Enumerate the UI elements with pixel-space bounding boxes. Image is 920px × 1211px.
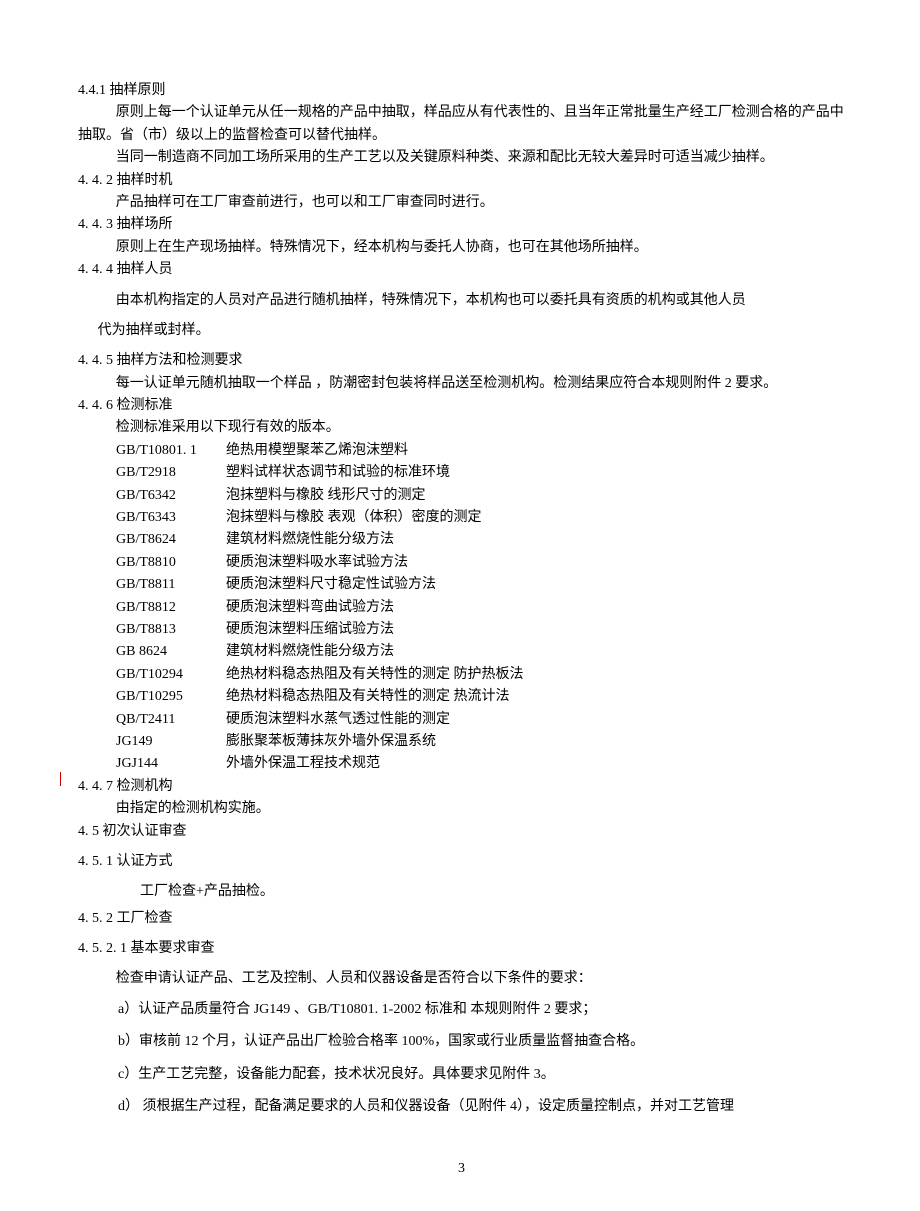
standard-title: 硬质泡沫塑料尺寸稳定性试验方法 (226, 574, 436, 596)
requirement-item: a）认证产品质量符合 JG149 、GB/T10801. 1-2002 标准和 … (78, 999, 845, 1021)
standard-code: JGJ144 (116, 753, 226, 775)
para-4-4-4-1: 由本机构指定的人员对产品进行随机抽样，特殊情况下，本机构也可以委托具有资质的机构… (78, 290, 845, 312)
standard-code: GB/T10295 (116, 686, 226, 708)
heading-4-4-6: 4. 4. 6 检测标准 (78, 395, 845, 417)
para-4-5-1-1: 工厂检查+产品抽检。 (78, 881, 845, 903)
standard-title: 外墙外保温工程技术规范 (226, 753, 380, 775)
standard-code: JG149 (116, 731, 226, 753)
heading-4-4-2: 4. 4. 2 抽样时机 (78, 170, 845, 192)
heading-4-4-5: 4. 4. 5 抽样方法和检测要求 (78, 350, 845, 372)
para-4-4-1-1: 原则上每一个认证单元从任一规格的产品中抽取，样品应从有代表性的、且当年正常批量生… (78, 102, 845, 147)
standard-title: 建筑材料燃烧性能分级方法 (226, 529, 394, 551)
standard-code: QB/T2411 (116, 709, 226, 731)
standard-title: 膨胀聚苯板薄抹灰外墙外保温系统 (226, 731, 436, 753)
standard-title: 建筑材料燃烧性能分级方法 (226, 641, 394, 663)
standard-row: GB 8624建筑材料燃烧性能分级方法 (78, 641, 845, 663)
requirement-item: c）生产工艺完整，设备能力配套，技术状况良好。具体要求见附件 3。 (78, 1064, 845, 1086)
standard-title: 绝热用模塑聚苯乙烯泡沫塑料 (226, 440, 408, 462)
para-4-4-7-1: 由指定的检测机构实施。 (78, 798, 845, 820)
standard-row: JG149膨胀聚苯板薄抹灰外墙外保温系统 (78, 731, 845, 753)
standard-title: 硬质泡沫塑料弯曲试验方法 (226, 597, 394, 619)
standard-row: GB/T8812硬质泡沫塑料弯曲试验方法 (78, 597, 845, 619)
para-4-4-1-2: 当同一制造商不同加工场所采用的生产工艺以及关键原料种类、来源和配比无较大差异时可… (78, 147, 845, 169)
standard-row: GB/T10294绝热材料稳态热阻及有关特性的测定 防护热板法 (78, 664, 845, 686)
standard-row: GB/T10295绝热材料稳态热阻及有关特性的测定 热流计法 (78, 686, 845, 708)
standard-row: GB/T2918塑料试样状态调节和试验的标准环境 (78, 462, 845, 484)
heading-4-4-3: 4. 4. 3 抽样场所 (78, 214, 845, 236)
para-4-5-2-1-intro: 检查申请认证产品、工艺及控制、人员和仪器设备是否符合以下条件的要求： (78, 968, 845, 990)
heading-4-5: 4. 5 初次认证审查 (78, 821, 845, 843)
standard-row: GB/T10801. 1绝热用模塑聚苯乙烯泡沫塑料 (78, 440, 845, 462)
standard-code: GB/T6342 (116, 485, 226, 507)
requirement-item: d） 须根据生产过程，配备满足要求的人员和仪器设备（见附件 4），设定质量控制点… (78, 1096, 845, 1118)
standard-title: 硬质泡沫塑料水蒸气透过性能的测定 (226, 709, 450, 731)
para-4-4-6-intro: 检测标准采用以下现行有效的版本。 (78, 417, 845, 439)
standard-code: GB/T8813 (116, 619, 226, 641)
standard-title: 塑料试样状态调节和试验的标准环境 (226, 462, 450, 484)
heading-4-5-2-1: 4. 5. 2. 1 基本要求审查 (78, 938, 845, 960)
standard-code: GB/T8811 (116, 574, 226, 596)
para-4-4-3-1: 原则上在生产现场抽样。特殊情况下，经本机构与委托人协商，也可在其他场所抽样。 (78, 237, 845, 259)
standard-code: GB/T8812 (116, 597, 226, 619)
standard-row: GB/T8810硬质泡沫塑料吸水率试验方法 (78, 552, 845, 574)
para-4-4-2-1: 产品抽样可在工厂审查前进行，也可以和工厂审查同时进行。 (78, 192, 845, 214)
heading-4-4-4: 4. 4. 4 抽样人员 (78, 259, 845, 281)
requirement-item: b）审核前 12 个月，认证产品出厂检验合格率 100%，国家或行业质量监督抽查… (78, 1031, 845, 1053)
standard-row: GB/T6343泡抹塑料与橡胶 表观（体积）密度的测定 (78, 507, 845, 529)
standard-title: 绝热材料稳态热阻及有关特性的测定 热流计法 (226, 686, 510, 708)
edit-mark (60, 772, 61, 786)
standard-code: GB/T2918 (116, 462, 226, 484)
standard-title: 泡抹塑料与橡胶 线形尺寸的测定 (226, 485, 426, 507)
standard-code: GB/T8810 (116, 552, 226, 574)
standard-title: 绝热材料稳态热阻及有关特性的测定 防护热板法 (226, 664, 524, 686)
standard-title: 硬质泡沫塑料压缩试验方法 (226, 619, 394, 641)
standard-row: JGJ144外墙外保温工程技术规范 (78, 753, 845, 775)
para-4-4-4-2: 代为抽样或封样。 (78, 320, 845, 342)
standard-code: GB/T8624 (116, 529, 226, 551)
standard-row: GB/T6342泡抹塑料与橡胶 线形尺寸的测定 (78, 485, 845, 507)
page-number: 3 (78, 1128, 845, 1180)
standard-title: 硬质泡沫塑料吸水率试验方法 (226, 552, 408, 574)
heading-4-4-1: 4.4.1 抽样原则 (78, 80, 845, 102)
para-4-4-5-1: 每一认证单元随机抽取一个样品 ，防潮密封包装将样品送至检测机构。检测结果应符合本… (78, 373, 845, 395)
standard-row: GB/T8813硬质泡沫塑料压缩试验方法 (78, 619, 845, 641)
standard-code: GB/T10801. 1 (116, 440, 226, 462)
standard-code: GB 8624 (116, 641, 226, 663)
heading-4-5-1: 4. 5. 1 认证方式 (78, 851, 845, 873)
standard-row: GB/T8811硬质泡沫塑料尺寸稳定性试验方法 (78, 574, 845, 596)
standard-row: GB/T8624建筑材料燃烧性能分级方法 (78, 529, 845, 551)
standard-code: GB/T6343 (116, 507, 226, 529)
standard-title: 泡抹塑料与橡胶 表观（体积）密度的测定 (226, 507, 482, 529)
standard-code: GB/T10294 (116, 664, 226, 686)
standard-row: QB/T2411硬质泡沫塑料水蒸气透过性能的测定 (78, 709, 845, 731)
heading-4-5-2: 4. 5. 2 工厂检查 (78, 908, 845, 930)
heading-4-4-7: 4. 4. 7 检测机构 (78, 776, 845, 798)
